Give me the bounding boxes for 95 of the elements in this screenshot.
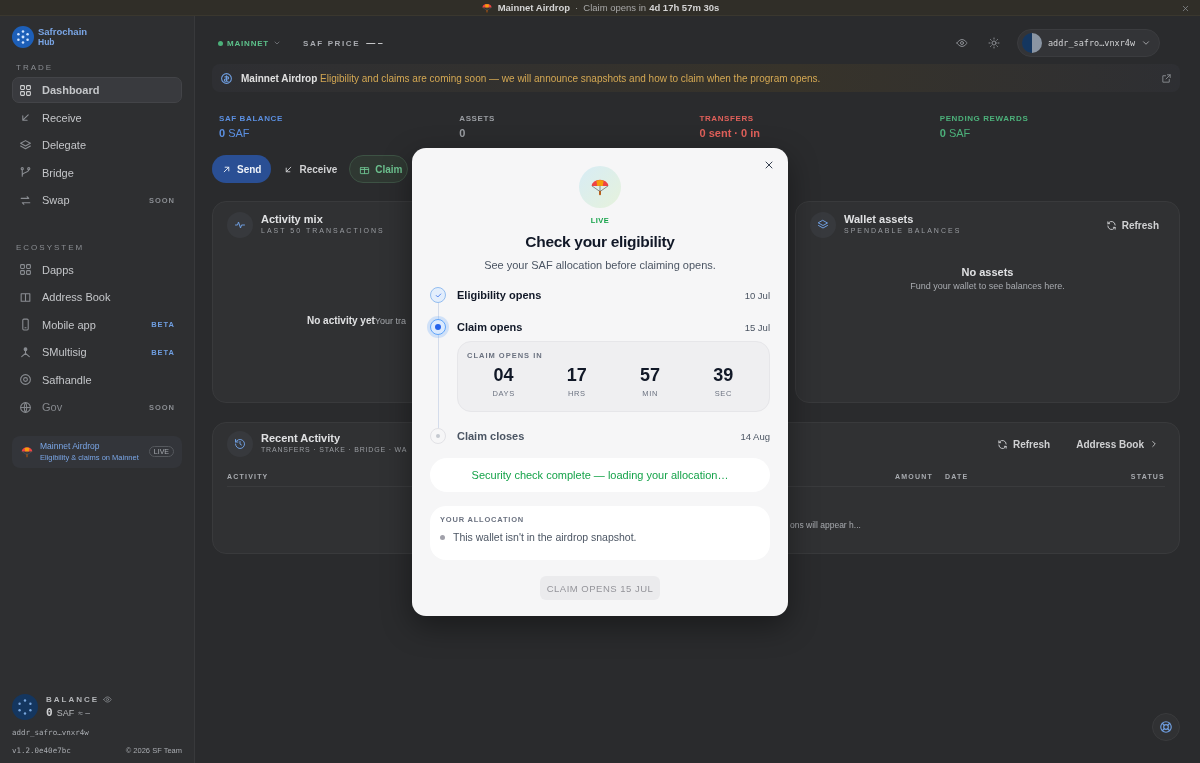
pulse-icon xyxy=(234,219,246,231)
chevron-down-icon xyxy=(273,39,282,47)
fiat-value: ≈ – xyxy=(78,708,90,718)
logo-icon xyxy=(12,26,34,48)
price-value: — – xyxy=(366,38,383,48)
status-message: Security check complete — loading your allocation… xyxy=(430,458,770,492)
modal-title: Check your eligibility xyxy=(525,233,675,251)
countdown-value: 17 xyxy=(566,365,587,386)
step-label: Claim closes xyxy=(457,430,525,442)
chevron-right-icon xyxy=(1149,439,1159,449)
empty-title: No assets xyxy=(961,266,1014,278)
branch-icon xyxy=(19,166,32,179)
globe-icon xyxy=(19,400,32,414)
refresh-button[interactable]: Refresh xyxy=(990,434,1057,454)
refresh-icon xyxy=(996,438,1008,450)
layers-icon xyxy=(19,138,32,152)
stat-label: SAF BALANCE xyxy=(219,114,283,123)
chevron-down-icon xyxy=(1141,38,1151,48)
status-dot xyxy=(218,40,223,46)
stat-label: PENDING REWARDS xyxy=(939,114,1029,123)
empty-text: ons will appear h... xyxy=(790,520,861,530)
sidebar-item[interactable]: Receive xyxy=(12,104,182,131)
phone-icon xyxy=(19,318,32,331)
separator-dot: · xyxy=(575,2,579,13)
eye-icon xyxy=(956,37,968,49)
grid-icon xyxy=(19,83,32,97)
help-button[interactable] xyxy=(1152,713,1180,741)
nodes-icon xyxy=(19,345,32,359)
step-date: 10 Jul xyxy=(744,289,770,301)
stat-label: ASSETS xyxy=(459,114,495,123)
stat-value: 0 SAF xyxy=(219,127,250,139)
stat-value: 0 SAF xyxy=(939,127,971,139)
avatar-icon xyxy=(12,694,38,720)
swap-icon xyxy=(19,193,32,207)
step-date: 14 Aug xyxy=(740,430,770,442)
empty-text: Fund your wallet to see balances here. xyxy=(910,281,1065,291)
empty-text: Your tra xyxy=(374,316,406,326)
account-button[interactable]: addr_safro…vnxr4w xyxy=(1017,29,1160,57)
promo-title: Mainnet Airdrop xyxy=(40,440,100,452)
layers-icon xyxy=(817,219,829,231)
action-button[interactable]: Claim xyxy=(349,155,408,183)
countdown-value: 57 xyxy=(640,365,661,386)
sidebar-item[interactable]: Bridge xyxy=(12,159,182,186)
card-title: Activity mix xyxy=(261,213,323,225)
address-book-link[interactable]: Address Book xyxy=(1070,434,1165,454)
sun-icon xyxy=(988,37,1000,49)
avatar-icon xyxy=(1022,33,1042,53)
brand-subtitle: Hub xyxy=(38,37,55,47)
countdown-text: 4d 17h 57m 30s xyxy=(649,2,720,13)
sidebar-item[interactable]: Dashboard xyxy=(12,77,182,103)
coin-icon xyxy=(220,71,233,85)
balance-label: BALANCE xyxy=(46,695,100,704)
sidebar-item[interactable]: Address Book xyxy=(12,284,182,310)
at-icon xyxy=(19,373,32,386)
modal-subtitle: See your SAF allocation before claiming opens. xyxy=(484,259,716,271)
stat-value: 0 sent · 0 in xyxy=(699,127,761,139)
balance-amount: 0 xyxy=(46,706,53,719)
section-label: ECOSYSTEM xyxy=(16,242,86,252)
refresh-button[interactable]: Refresh xyxy=(1099,215,1165,235)
stat-label: TRANSFERS xyxy=(699,114,754,123)
grid-icon xyxy=(19,263,32,276)
action-button[interactable]: Send xyxy=(212,155,272,183)
sidebar-item[interactable]: Delegate xyxy=(12,132,182,158)
countdown-value: 04 xyxy=(493,365,514,386)
arrow-icon xyxy=(19,111,32,124)
book-icon xyxy=(19,290,32,304)
parachute-icon xyxy=(20,444,34,459)
step-date: 15 Jul xyxy=(744,321,770,333)
allocation-text: This wallet isn't in the airdrop snapshot. xyxy=(453,531,637,543)
stat-value: 0 xyxy=(459,127,466,139)
card-title: Wallet assets xyxy=(844,213,914,225)
sidebar-item[interactable]: Dapps xyxy=(12,256,182,283)
banner-label: Claim opens in xyxy=(583,2,647,13)
sidebar-item[interactable]: Safhandle xyxy=(12,366,182,393)
empty-title: No activity yet xyxy=(307,315,375,326)
banner-title: Mainnet Airdrop xyxy=(497,2,571,13)
lifebuoy-icon xyxy=(1159,720,1173,734)
action-button[interactable]: Receive xyxy=(275,155,346,183)
refresh-icon xyxy=(1105,219,1117,231)
card-title: Recent Activity xyxy=(261,432,341,444)
notice-text: Mainnet Airdrop Eligibility and claims are coming soon — we will announce snapshots and how to claim when the program opens. xyxy=(241,72,822,84)
close-icon[interactable] xyxy=(763,159,775,171)
balance-unit: SAF xyxy=(56,708,75,718)
parachute-icon xyxy=(480,1,493,14)
countdown-value: 39 xyxy=(713,365,734,386)
brand-name: Safrochain xyxy=(38,27,88,37)
step-label: Eligibility opens xyxy=(457,289,542,301)
history-icon xyxy=(234,438,246,450)
status-dot xyxy=(440,534,445,540)
external-link-icon[interactable] xyxy=(1161,72,1172,84)
price-label: SAF PRICE xyxy=(303,38,361,48)
eye-icon[interactable] xyxy=(103,695,113,704)
network-selector[interactable]: MAINNET xyxy=(212,32,288,54)
section-label: TRADE xyxy=(16,63,55,72)
step-label: Claim opens xyxy=(457,321,523,333)
